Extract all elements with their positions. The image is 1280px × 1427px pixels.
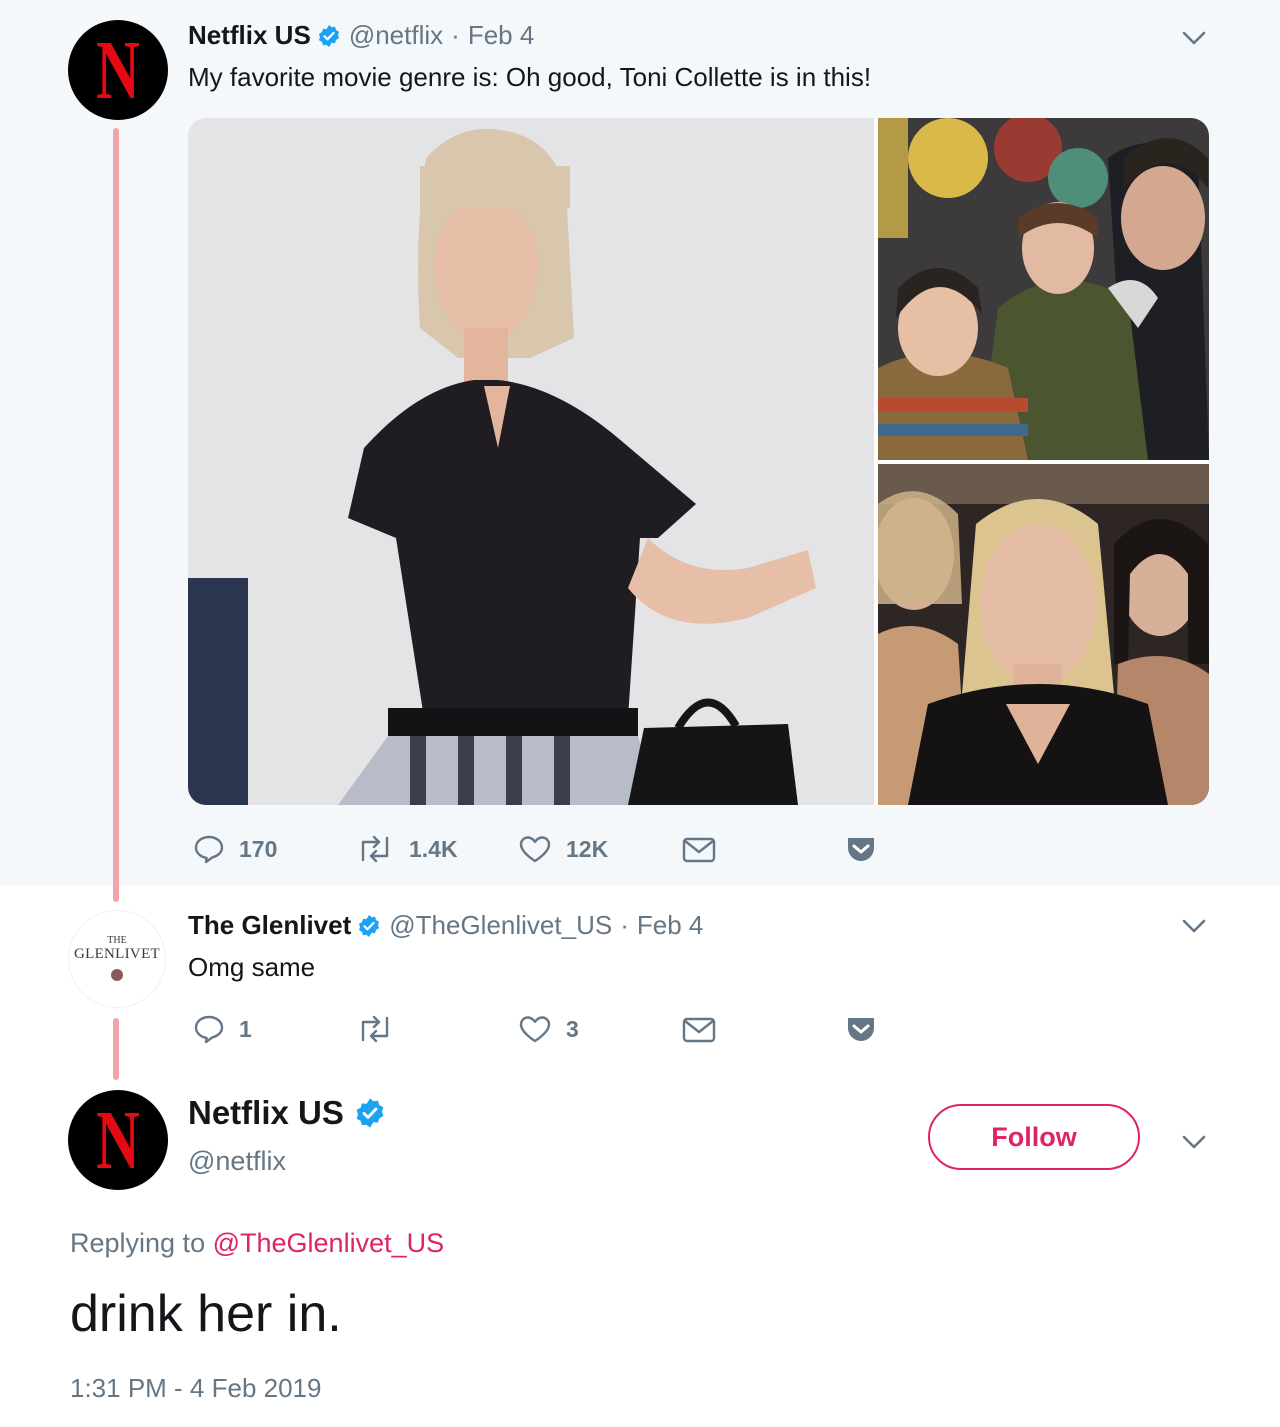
replying-to-mention[interactable]: @TheGlenlivet_US <box>213 1228 445 1258</box>
tweet1-text: My favorite movie genre is: Oh good, Ton… <box>188 62 872 92</box>
tweet2-author-name[interactable]: The Glenlivet <box>188 910 351 941</box>
tweet1-handle[interactable]: @netflix <box>349 20 443 51</box>
netflix-logo-letter: N <box>96 23 140 117</box>
dm-icon[interactable] <box>682 1016 716 1044</box>
tweet1-date[interactable]: Feb 4 <box>468 20 535 51</box>
tweet1-retweet-action[interactable]: 1.4K <box>355 834 458 864</box>
reply-icon <box>194 1015 224 1044</box>
tweet3-timestamp[interactable]: 1:31 PM - 4 Feb 2019 <box>70 1373 321 1404</box>
verified-badge-icon <box>318 24 339 47</box>
chevron-down-icon[interactable] <box>1181 30 1207 46</box>
tweet3-author-name[interactable]: Netflix US <box>188 1094 344 1132</box>
chevron-down-icon[interactable] <box>1181 918 1207 934</box>
tweet2-separator: · <box>620 910 629 940</box>
tweet1-separator: · <box>451 20 460 50</box>
tweet1-retweet-count: 1.4K <box>409 835 458 862</box>
tweet2-header: The Glenlivet @TheGlenlivet_US · Feb 4 <box>188 910 703 941</box>
photo-three-people <box>878 118 1209 460</box>
thread-line <box>113 128 119 902</box>
tweet3-text: drink her in. <box>70 1285 342 1343</box>
tweet3-author-row: Netflix US <box>188 1094 394 1132</box>
dm-icon[interactable] <box>682 836 716 864</box>
replying-to-prefix: Replying to <box>70 1228 206 1258</box>
netflix-avatar[interactable]: N <box>68 1090 168 1190</box>
like-icon <box>519 836 551 863</box>
media-photo-main[interactable] <box>188 118 874 805</box>
glenlivet-avatar[interactable]: THE GLENLIVET <box>68 910 166 1008</box>
tweet2-like-action[interactable]: 3 <box>518 1014 579 1044</box>
tweet1-reply-action[interactable]: 170 <box>193 834 277 864</box>
reply-icon <box>194 835 224 864</box>
tweet1-author-name[interactable]: Netflix US <box>188 20 311 51</box>
tweet1-header: Netflix US @netflix · Feb 4 <box>188 20 534 51</box>
tweet2-reply-count: 1 <box>239 1015 252 1042</box>
photo-blonde-woman <box>878 464 1209 805</box>
tweet1-reply-count: 170 <box>239 835 278 862</box>
glenlivet-logo-line1: THE <box>107 935 127 946</box>
tweet2-text: Omg same <box>188 952 316 982</box>
glenlivet-crest-icon <box>111 969 123 981</box>
retweet-icon <box>361 1015 389 1043</box>
tweet1-media-grid[interactable] <box>188 118 1209 805</box>
replying-to-line: Replying to @TheGlenlivet_US <box>70 1228 444 1259</box>
glenlivet-logo-line2: GLENLIVET <box>73 946 160 962</box>
media-photo-top-right[interactable] <box>878 118 1209 460</box>
chevron-down-icon[interactable] <box>1181 1134 1207 1150</box>
netflix-avatar[interactable]: N <box>68 20 168 120</box>
pocket-icon[interactable] <box>845 834 877 864</box>
pocket-icon[interactable] <box>845 1014 877 1044</box>
verified-badge-icon <box>356 1098 384 1128</box>
tweet2-handle[interactable]: @TheGlenlivet_US <box>389 910 612 941</box>
tweet2-reply-action[interactable]: 1 <box>193 1014 252 1044</box>
photo-woman-black-blouse <box>188 118 874 805</box>
verified-badge-icon <box>359 914 380 937</box>
tweet2-date[interactable]: Feb 4 <box>637 910 704 941</box>
tweet2-retweet-action[interactable] <box>355 1014 409 1044</box>
tweet1-like-count: 12K <box>566 835 609 862</box>
media-photo-bottom-right[interactable] <box>878 464 1209 805</box>
follow-button[interactable]: Follow <box>928 1104 1140 1170</box>
netflix-logo-letter: N <box>96 1093 140 1187</box>
tweet2-like-count: 3 <box>566 1015 579 1042</box>
retweet-icon <box>361 835 389 863</box>
thread-line-lower <box>113 1018 119 1080</box>
like-icon <box>519 1016 551 1043</box>
tweet1-like-action[interactable]: 12K <box>518 834 608 864</box>
tweet3-handle[interactable]: @netflix <box>188 1146 286 1177</box>
